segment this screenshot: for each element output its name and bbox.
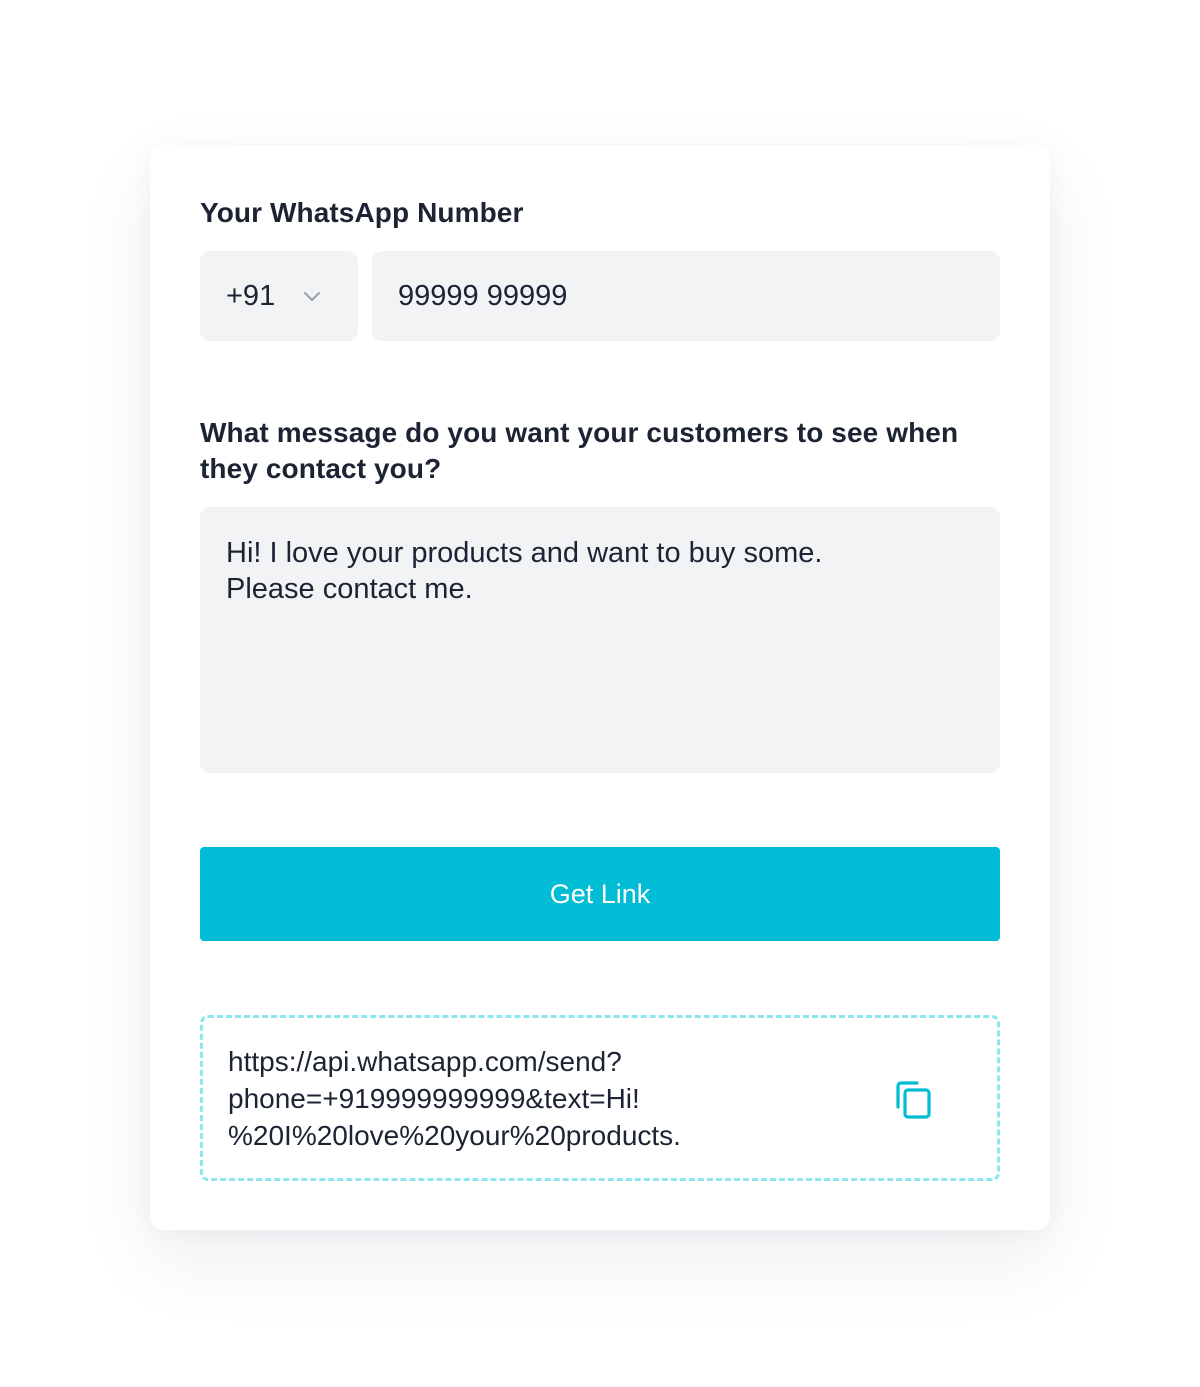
generated-link-box: https://api.whatsapp.com/send? phone=+91… bbox=[200, 1015, 1000, 1181]
country-code-value: +91 bbox=[226, 279, 276, 312]
message-label: What message do you want your customers … bbox=[200, 417, 959, 484]
country-code-select[interactable]: +91 bbox=[200, 251, 358, 341]
message-textarea[interactable]: Hi! I love your products and want to buy… bbox=[200, 507, 1000, 773]
copy-icon[interactable] bbox=[895, 1080, 933, 1120]
whatsapp-number-label: Your WhatsApp Number bbox=[200, 197, 524, 228]
get-link-button-label: Get Link bbox=[549, 878, 651, 909]
chevron-down-icon bbox=[304, 292, 321, 301]
link-generator-card: Your WhatsApp Number +91 99999 99999 Wha… bbox=[150, 145, 1050, 1230]
phone-number-value: 99999 99999 bbox=[398, 279, 568, 312]
page: Your WhatsApp Number +91 99999 99999 Wha… bbox=[0, 0, 1200, 1387]
phone-number-input[interactable]: 99999 99999 bbox=[372, 251, 1000, 341]
get-link-button[interactable]: Get Link bbox=[200, 847, 1000, 941]
generated-link-text[interactable]: https://api.whatsapp.com/send? phone=+91… bbox=[228, 1043, 828, 1154]
